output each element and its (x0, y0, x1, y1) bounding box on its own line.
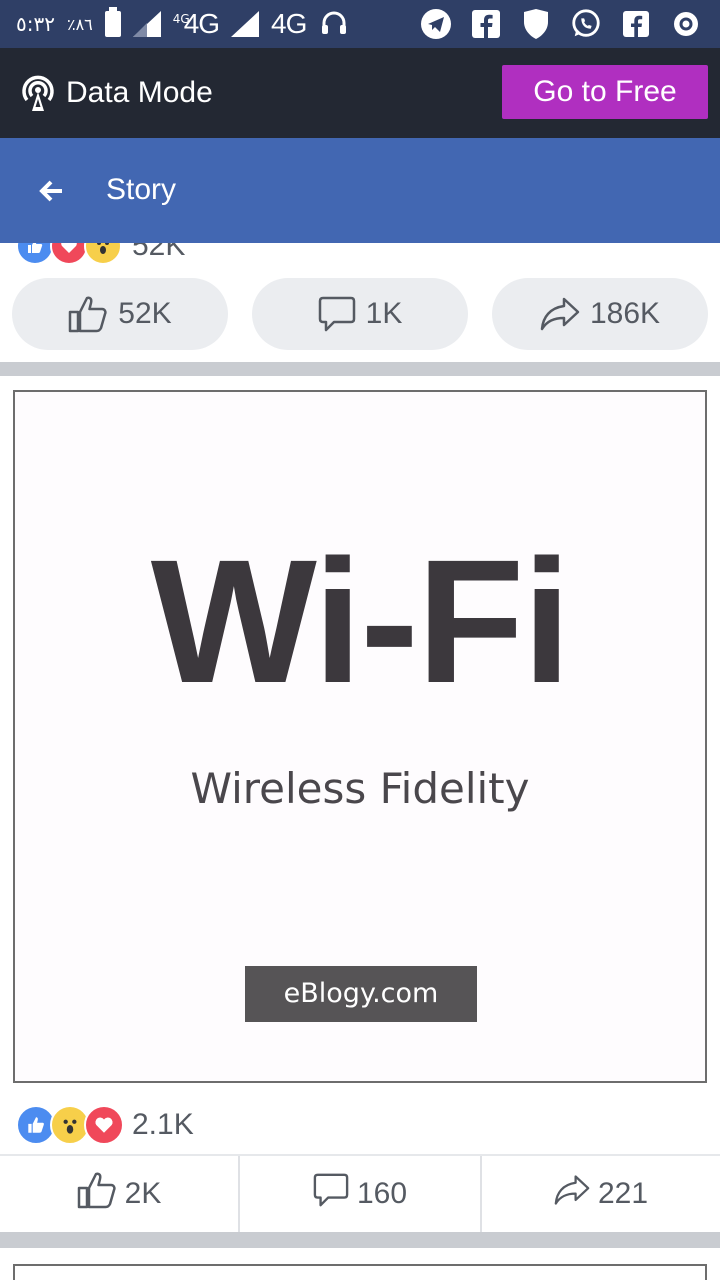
post-divider (0, 1232, 720, 1248)
previous-post-reactions[interactable]: 52K (16, 243, 316, 265)
data-mode-bar: Data Mode Go to Free (0, 48, 720, 138)
like-count: 2K (124, 1177, 162, 1210)
comment-button[interactable]: 160 (240, 1156, 480, 1232)
story-header: Story (0, 138, 720, 243)
comment-count: 1K (365, 297, 403, 330)
share-button[interactable]: 186K (492, 278, 708, 350)
broadcast-icon (20, 74, 56, 112)
page-title: Story (106, 173, 177, 206)
like-button[interactable]: 2K (0, 1156, 238, 1232)
post-reactions[interactable]: 2.1K (16, 1102, 194, 1148)
back-arrow-icon[interactable] (34, 174, 68, 208)
previous-post-actions: 52K 1K 186K (12, 278, 708, 350)
circle-icon (670, 8, 702, 40)
thumbs-up-icon (68, 295, 108, 333)
facebook-lite-icon (620, 8, 652, 40)
image-subtitle: Wireless Fidelity (190, 764, 530, 813)
image-watermark: eBlogy.com (245, 966, 477, 1022)
post-image[interactable]: Wi-Fi Wireless Fidelity eBlogy.com (13, 390, 707, 1083)
post-action-bar: 2K 160 221 (0, 1154, 720, 1232)
shield-icon (520, 8, 552, 40)
love-reaction-icon (50, 243, 88, 265)
whatsapp-icon (570, 8, 602, 40)
network-group-1: 4G4G (172, 8, 220, 40)
telegram-icon (420, 8, 452, 40)
share-icon (554, 1173, 590, 1215)
facebook-icon (470, 8, 502, 40)
comment-icon (313, 1172, 349, 1216)
headset-icon (318, 8, 350, 40)
battery-icon (104, 7, 121, 37)
go-to-free-button[interactable]: Go to Free (502, 65, 708, 119)
signal-icon-2 (231, 11, 260, 37)
comment-icon (318, 295, 356, 333)
like-button[interactable]: 52K (12, 278, 228, 350)
share-count: 221 (597, 1177, 649, 1210)
wow-reaction-icon (84, 243, 122, 265)
status-left: ٥:٣٢ ٪٨٦ 4G4G 4G (16, 7, 350, 40)
image-title: Wi-Fi (150, 524, 571, 720)
network-small-label: 4G (172, 12, 190, 26)
share-icon (540, 296, 580, 332)
comment-count: 160 (356, 1177, 408, 1210)
data-mode-title: Data Mode (66, 76, 213, 109)
thumbs-up-icon (77, 1171, 117, 1217)
signal-icon (132, 11, 161, 37)
reaction-count: 2.1K (132, 1108, 194, 1141)
battery-percent: ٪٨٦ (66, 14, 93, 34)
like-reaction-icon (16, 243, 54, 265)
love-reaction-icon (84, 1105, 124, 1145)
status-right (420, 6, 702, 42)
previous-reaction-count: 52K (132, 243, 186, 262)
post-divider (0, 362, 720, 376)
status-bar: ٥:٣٢ ٪٨٦ 4G4G 4G (0, 0, 720, 48)
like-count: 52K (118, 297, 172, 330)
share-count: 186K (589, 297, 661, 330)
status-time: ٥:٣٢ (16, 12, 55, 36)
network-label-2: 4G (271, 8, 307, 39)
share-button[interactable]: 221 (482, 1156, 720, 1232)
next-post-card[interactable] (13, 1264, 707, 1280)
comment-button[interactable]: 1K (252, 278, 468, 350)
